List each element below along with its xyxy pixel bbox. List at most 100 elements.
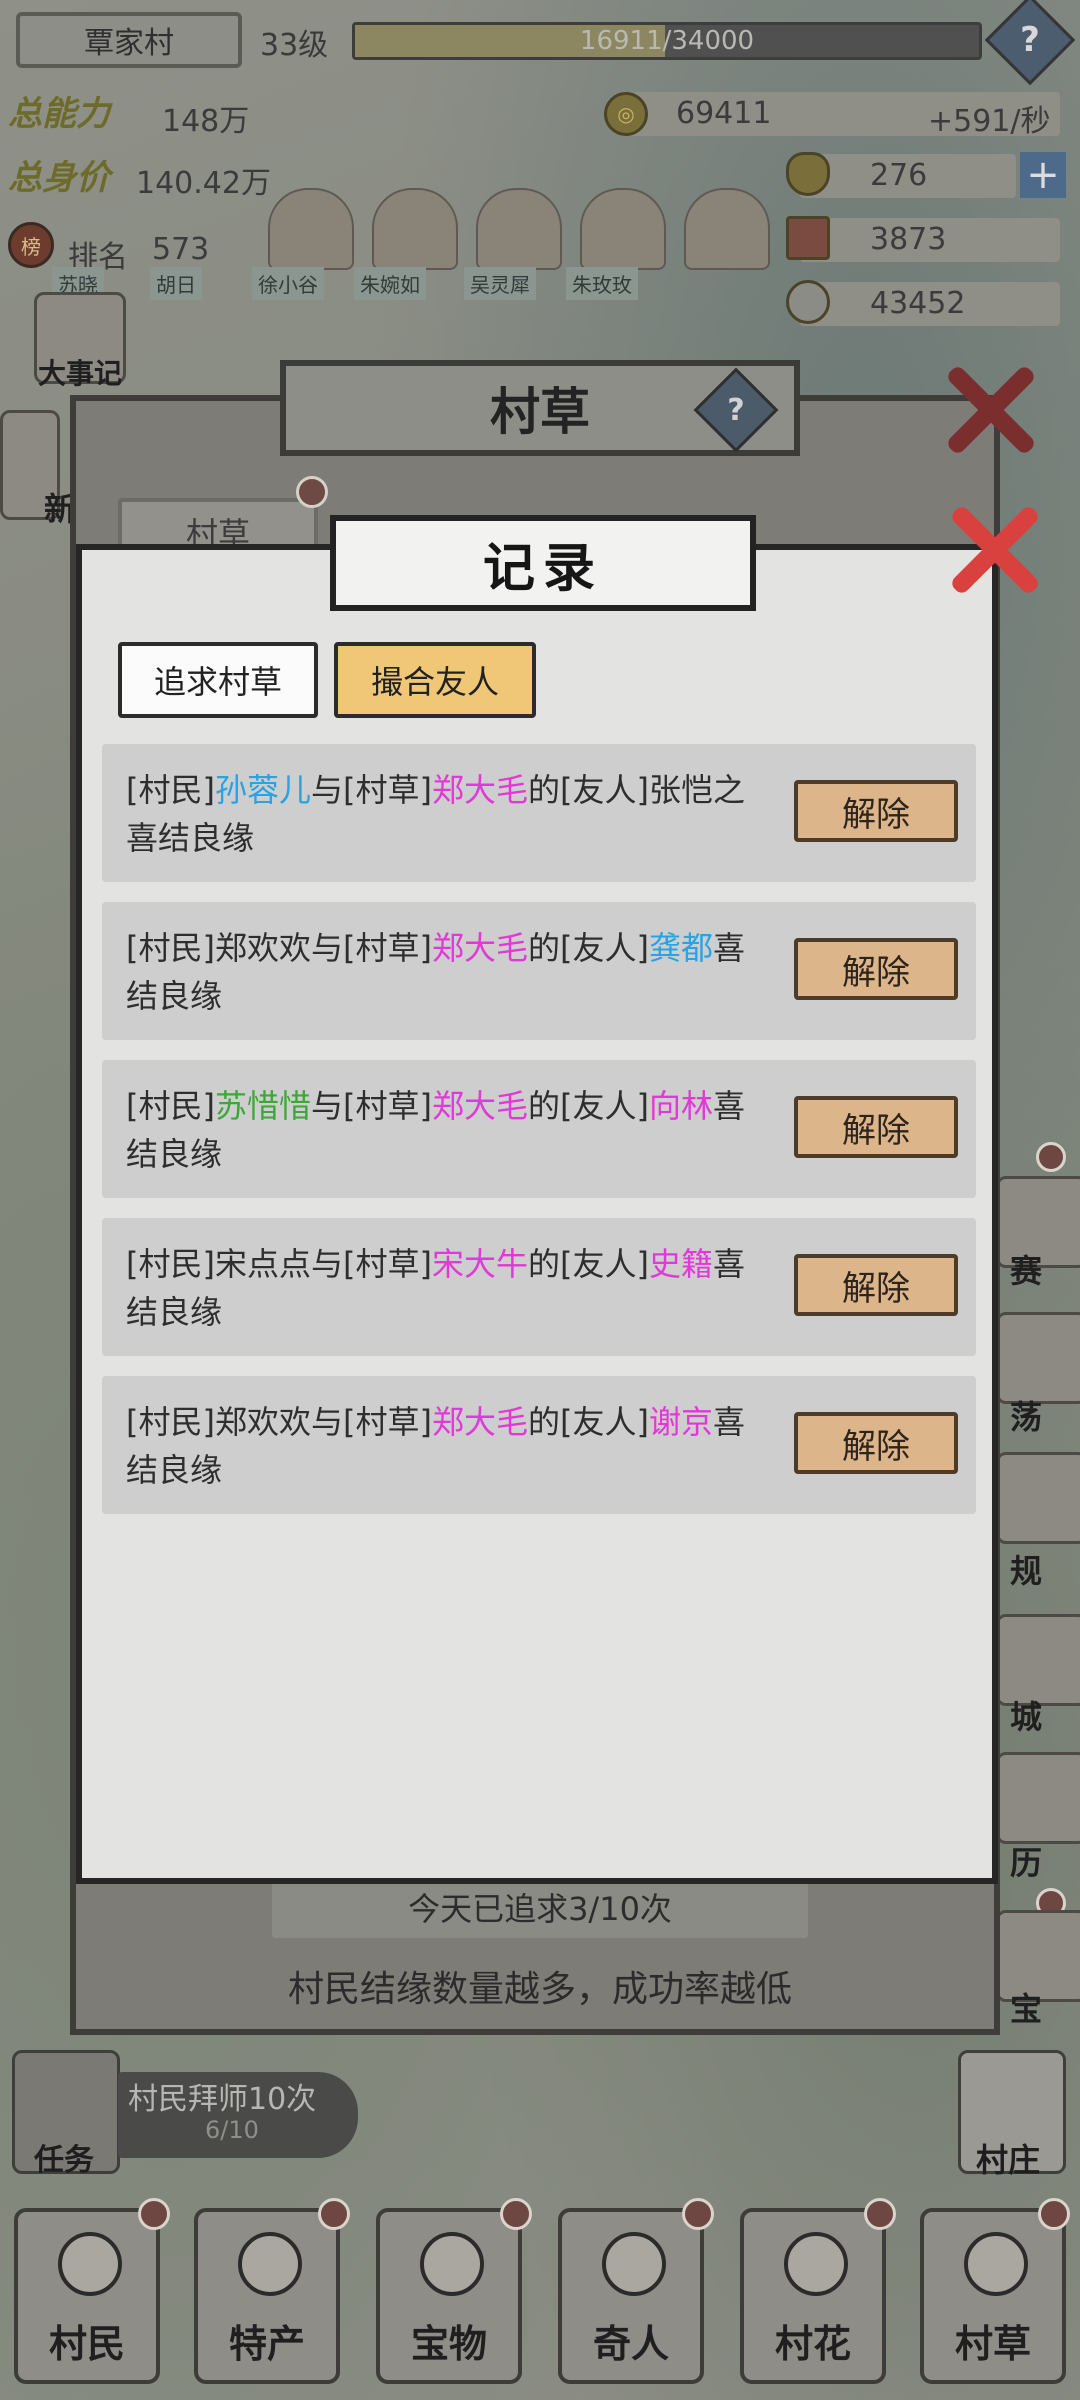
village-flower-icon bbox=[784, 2232, 848, 2296]
nav-village-grass[interactable]: 村草 bbox=[920, 2198, 1070, 2384]
nav-label: 奇人 bbox=[592, 2322, 669, 2366]
coin-icon: ◎ bbox=[604, 92, 648, 136]
unbind-button[interactable]: 解除 bbox=[794, 780, 958, 842]
villager-name: 孙蓉儿 bbox=[214, 771, 311, 809]
right-side-label: 宝 bbox=[1010, 1990, 1043, 2028]
right-side-label: 规 bbox=[1010, 1552, 1043, 1590]
unbind-button[interactable]: 解除 bbox=[794, 1254, 958, 1316]
friend-name: 向林 bbox=[648, 1087, 713, 1125]
record-text: [村民]郑欢欢与[村草]郑大毛的[友人]谢京喜结良缘 bbox=[126, 1403, 745, 1489]
notification-dot bbox=[1038, 2198, 1070, 2230]
nav-label: 宝物 bbox=[410, 2322, 487, 2366]
rank-badge-icon[interactable]: 榜 bbox=[8, 222, 54, 268]
close-record-icon[interactable] bbox=[942, 500, 1042, 600]
notification-dot bbox=[138, 2198, 170, 2230]
task-label: 任务 bbox=[34, 2143, 94, 2178]
right-side-label: 荡 bbox=[1010, 1398, 1043, 1436]
total-value-label: 总身价 bbox=[8, 158, 110, 198]
help-icon[interactable]: ? bbox=[984, 0, 1076, 86]
record-text: [村民]孙蓉儿与[村草]郑大毛的[友人]张恺之喜结良缘 bbox=[126, 771, 745, 857]
notification-dot bbox=[500, 2198, 532, 2230]
ticket-value: 3873 bbox=[870, 222, 947, 257]
record-row: [村民]郑欢欢与[村草]郑大毛的[友人]谢京喜结良缘 解除 bbox=[102, 1376, 976, 1514]
friend-name: 史籍 bbox=[648, 1245, 713, 1283]
villager-name: 苏惜惜 bbox=[214, 1087, 311, 1125]
villager-icon bbox=[58, 2232, 122, 2296]
village-level: 33级 bbox=[260, 28, 329, 63]
avatar[interactable] bbox=[372, 188, 458, 270]
notification-dot bbox=[1036, 1142, 1066, 1172]
exp-text: 16911/34000 bbox=[579, 26, 755, 56]
rank-name: 徐小谷 bbox=[252, 267, 324, 300]
avatar[interactable] bbox=[684, 188, 770, 270]
notification-dot bbox=[296, 476, 328, 508]
pursuit-count-text: 今天已追求3/10次 bbox=[408, 1890, 672, 1928]
task-progress: 6/10 bbox=[205, 2116, 259, 2144]
notification-dot bbox=[864, 2198, 896, 2230]
village-name[interactable]: 覃家村 bbox=[16, 12, 242, 68]
nav-label: 村草 bbox=[954, 2322, 1031, 2366]
record-text: [村民]郑欢欢与[村草]郑大毛的[友人]龚都喜结良缘 bbox=[126, 929, 745, 1015]
rank-value: 573 bbox=[152, 232, 210, 267]
unbind-button[interactable]: 解除 bbox=[794, 1096, 958, 1158]
avatar[interactable] bbox=[580, 188, 666, 270]
grass-name: 郑大毛 bbox=[431, 771, 528, 809]
total-value-value: 140.42万 bbox=[136, 166, 271, 201]
ticket-icon bbox=[786, 216, 830, 260]
nav-label: 村花 bbox=[774, 2322, 851, 2366]
total-ability-value: 148万 bbox=[162, 104, 250, 139]
total-ability-label: 总能力 bbox=[8, 94, 110, 134]
right-side-button[interactable] bbox=[996, 1312, 1080, 1404]
notification-dot bbox=[318, 2198, 350, 2230]
add-gold-button[interactable]: + bbox=[1020, 152, 1066, 198]
right-side-button[interactable] bbox=[996, 1452, 1080, 1544]
grass-name: 郑大毛 bbox=[431, 929, 528, 967]
avatar[interactable] bbox=[476, 188, 562, 270]
rank-name: 朱玫玫 bbox=[566, 267, 638, 300]
gold-ingot-icon bbox=[786, 152, 830, 196]
task-text: 村民拜师10次 bbox=[128, 2082, 317, 2117]
close-village-grass-icon[interactable] bbox=[938, 360, 1038, 460]
rank-name: 吴灵犀 bbox=[464, 267, 536, 300]
village-label: 村庄 bbox=[976, 2141, 1041, 2179]
events-label: 大事记 bbox=[38, 357, 123, 390]
unbind-button[interactable]: 解除 bbox=[794, 938, 958, 1000]
right-side-label: 赛 bbox=[1010, 1252, 1043, 1290]
coin-value: 69411 bbox=[676, 96, 772, 131]
silver-value: 43452 bbox=[870, 286, 966, 321]
village-grass-icon bbox=[964, 2232, 1028, 2296]
rank-name: 胡日 bbox=[150, 267, 202, 300]
nav-villagers[interactable]: 村民 bbox=[14, 2198, 170, 2384]
right-side-button[interactable] bbox=[996, 1752, 1080, 1844]
nav-label: 特产 bbox=[228, 2322, 305, 2366]
record-text: [村民]宋点点与[村草]宋大牛的[友人]史籍喜结良缘 bbox=[126, 1245, 745, 1331]
gold-value: 276 bbox=[870, 158, 928, 193]
top-hud: 覃家村 33级 16911/34000 ? 总能力 148万 总身价 140.4… bbox=[0, 0, 1080, 330]
nav-label: 村民 bbox=[48, 2322, 125, 2366]
unbind-button[interactable]: 解除 bbox=[794, 1412, 958, 1474]
silver-icon bbox=[786, 280, 830, 324]
notification-dot bbox=[682, 2198, 714, 2230]
nav-treasures[interactable]: 宝物 bbox=[376, 2198, 532, 2384]
nav-village-flower[interactable]: 村花 bbox=[740, 2198, 896, 2384]
grass-name: 宋大牛 bbox=[431, 1245, 528, 1283]
record-row: [村民]苏惜惜与[村草]郑大毛的[友人]向林喜结良缘 解除 bbox=[102, 1060, 976, 1198]
treasure-icon bbox=[420, 2232, 484, 2296]
coin-rate: +591/秒 bbox=[928, 104, 1051, 139]
tab-matchmake-friends[interactable]: 撮合友人 bbox=[334, 642, 536, 718]
specialty-icon bbox=[238, 2232, 302, 2296]
friend-name: 谢京 bbox=[648, 1403, 713, 1441]
exp-bar: 16911/34000 bbox=[352, 22, 982, 60]
record-title: 记录 bbox=[330, 515, 756, 611]
grass-name: 郑大毛 bbox=[431, 1087, 528, 1125]
avatar[interactable] bbox=[268, 188, 354, 270]
right-side-label: 城 bbox=[1010, 1698, 1043, 1736]
record-text: [村民]苏惜惜与[村草]郑大毛的[友人]向林喜结良缘 bbox=[126, 1087, 746, 1173]
tab-pursue-village-grass[interactable]: 追求村草 bbox=[118, 642, 318, 718]
stranger-icon bbox=[602, 2232, 666, 2296]
record-row: [村民]郑欢欢与[村草]郑大毛的[友人]龚都喜结良缘 解除 bbox=[102, 902, 976, 1040]
nav-specialties[interactable]: 特产 bbox=[194, 2198, 350, 2384]
nav-strangers[interactable]: 奇人 bbox=[558, 2198, 714, 2384]
friend-name: 龚都 bbox=[648, 929, 713, 967]
record-row: [村民]宋点点与[村草]宋大牛的[友人]史籍喜结良缘 解除 bbox=[102, 1218, 976, 1356]
